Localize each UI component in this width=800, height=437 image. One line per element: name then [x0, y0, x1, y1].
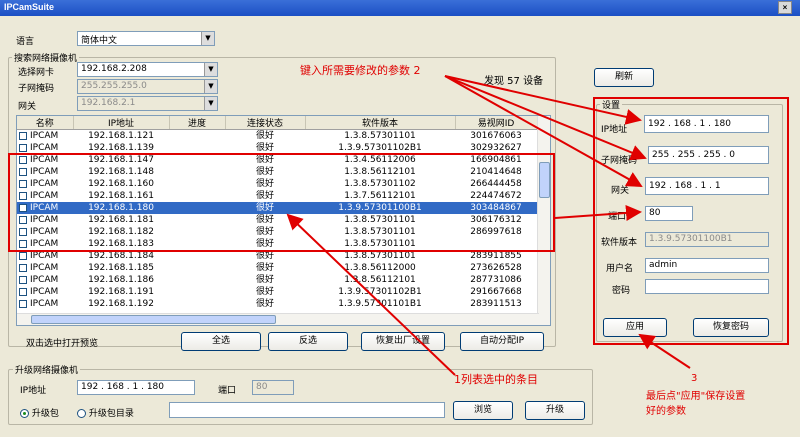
arrow-to-gateway: [444, 75, 643, 187]
arrow-to-port: [554, 205, 642, 221]
arrow-to-selected-row: [286, 213, 456, 376]
arrow-to-apply: [638, 333, 691, 369]
arrow-to-mask: [444, 75, 647, 161]
arrow-to-ip: [444, 75, 642, 125]
annotation-arrows: [286, 75, 691, 376]
